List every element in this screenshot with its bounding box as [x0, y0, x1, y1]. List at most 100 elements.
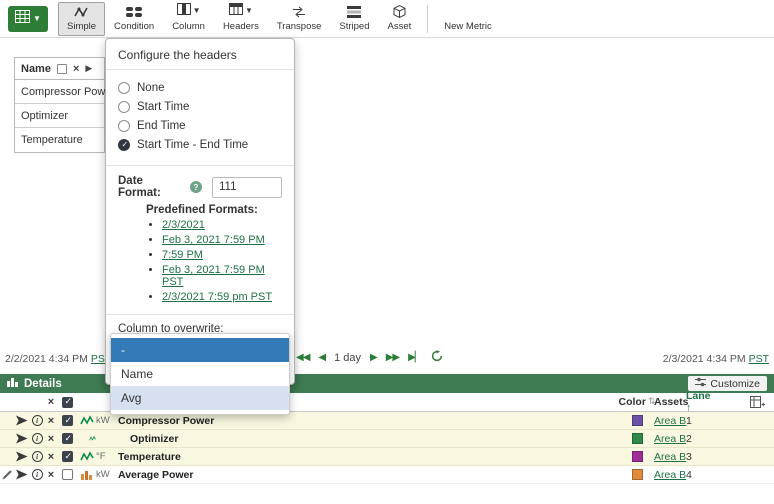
toolbar-button-transpose[interactable]: Transpose — [268, 2, 331, 36]
radio-option-none[interactable]: None — [118, 82, 282, 94]
simple-table: Name × ▶ Compressor Power Optimizer Temp… — [14, 57, 105, 153]
table-row[interactable]: i × Optimizer Area B 2 — [0, 430, 774, 448]
row-checkbox[interactable] — [58, 415, 77, 426]
radio-icon[interactable] — [118, 101, 130, 113]
format-link[interactable]: Feb 3, 2021 7:59 PM PST — [162, 264, 265, 288]
info-icon[interactable]: i — [30, 451, 44, 462]
item-name[interactable]: Optimizer — [118, 433, 620, 445]
lane-column-header[interactable]: Lane ↑ — [686, 390, 718, 414]
color-column-header[interactable]: Color⇅ — [620, 396, 654, 408]
details-title: Details — [24, 378, 62, 390]
color-swatch[interactable] — [620, 469, 654, 480]
list-item: 2/3/2021 7:59 pm PST — [162, 291, 282, 303]
edit-icon[interactable] — [0, 469, 14, 480]
navigate-icon[interactable] — [14, 433, 30, 444]
table-row[interactable]: i × kW Average Power Area B 4 — [0, 466, 774, 484]
column-checkbox[interactable] — [57, 64, 67, 74]
navigate-icon[interactable] — [14, 415, 30, 426]
remove-icon[interactable]: × — [44, 469, 58, 481]
remove-icon[interactable]: × — [44, 415, 58, 427]
toolbar-button-condition[interactable]: Condition — [105, 2, 163, 36]
timezone-link[interactable]: PST — [749, 353, 769, 365]
radio-label: Start Time - End Time — [137, 139, 248, 151]
table-row: Optimizer — [15, 104, 104, 128]
format-link[interactable]: 2/3/2021 7:59 pm PST — [162, 291, 272, 303]
remove-icon[interactable]: × — [44, 451, 58, 463]
radio-selected-icon[interactable] — [118, 139, 130, 151]
item-name[interactable]: Temperature — [118, 451, 620, 463]
radio-option-end-time[interactable]: End Time — [118, 120, 282, 132]
radio-icon[interactable] — [118, 82, 130, 94]
move-column-icon[interactable]: ▶ — [85, 63, 92, 74]
info-icon[interactable]: i — [30, 415, 44, 426]
table-view-button[interactable]: ▼ — [8, 6, 48, 32]
radio-option-start-end-time[interactable]: Start Time - End Time — [118, 139, 282, 151]
toolbar-button-simple[interactable]: Simple — [58, 2, 105, 36]
condition-icon — [126, 6, 142, 18]
option-dash[interactable]: - — [111, 338, 289, 362]
toolbar-button-headers[interactable]: ▼ Headers — [214, 2, 268, 36]
column-header-label: Name — [21, 63, 51, 75]
chevron-down-icon: ▼ — [245, 6, 253, 15]
option-name[interactable]: Name — [111, 362, 289, 386]
toolbar-button-asset[interactable]: Asset — [379, 2, 421, 36]
item-name[interactable]: Compressor Power — [118, 415, 620, 427]
row-checkbox[interactable] — [58, 469, 77, 480]
toolbar-button-striped[interactable]: Striped — [330, 2, 378, 36]
step-forward-full-icon[interactable]: ▶▶ — [386, 352, 399, 363]
color-swatch[interactable] — [620, 451, 654, 462]
remove-icon[interactable]: × — [44, 433, 58, 445]
date-format-input[interactable] — [212, 177, 282, 198]
asset-link[interactable]: Area B — [654, 433, 686, 445]
navigate-icon[interactable] — [14, 469, 30, 480]
list-item: Feb 3, 2021 7:59 PM — [162, 234, 282, 246]
toolbar-button-column[interactable]: ▼ Column — [163, 2, 214, 36]
navigate-icon[interactable] — [14, 451, 30, 462]
range-start-label: 2/2/2021 4:34 PM PST — [5, 353, 111, 365]
asset-link[interactable]: Area B — [654, 469, 686, 481]
select-all-checkbox[interactable] — [58, 397, 77, 408]
table-row[interactable]: i × °F Temperature Area B 3 — [0, 448, 774, 466]
assets-column-header[interactable]: Assets — [654, 396, 686, 408]
customize-button[interactable]: Customize — [688, 376, 767, 391]
option-avg[interactable]: Avg — [111, 386, 289, 410]
info-icon[interactable]: i — [30, 433, 44, 444]
help-icon[interactable]: ? — [190, 181, 202, 193]
asset-link[interactable]: Area B — [654, 451, 686, 463]
app-window: ▼ Simple Condition ▼ Column — [0, 0, 774, 504]
radio-option-start-time[interactable]: Start Time — [118, 101, 282, 113]
table-toolbar: ▼ Simple Condition ▼ Column — [0, 0, 774, 38]
cell-value: Optimizer — [21, 110, 68, 122]
customize-label: Customize — [710, 378, 760, 390]
format-link[interactable]: 7:59 PM — [162, 249, 203, 261]
color-swatch[interactable] — [620, 433, 654, 444]
step-forward-icon[interactable]: ▶ — [370, 352, 377, 363]
header-type-options: None Start Time End Time Start Time - En… — [106, 69, 294, 165]
table-icon — [15, 10, 30, 28]
striped-icon — [347, 6, 361, 18]
table-row: Compressor Power — [15, 80, 104, 104]
date-format-section: Date Format: ? Predefined Formats: 2/3/2… — [106, 165, 294, 314]
table-column-header[interactable]: Name × ▶ — [15, 58, 104, 80]
asset-link[interactable]: Area B — [654, 415, 686, 427]
duration-label[interactable]: 1 day — [334, 352, 361, 364]
format-link[interactable]: Feb 3, 2021 7:59 PM — [162, 234, 265, 246]
step-back-icon[interactable]: ◀ — [318, 352, 325, 363]
remove-column-icon[interactable]: × — [73, 63, 79, 75]
format-link[interactable]: 2/3/2021 — [162, 219, 205, 231]
step-back-full-icon[interactable]: ◀◀ — [296, 352, 309, 363]
item-name[interactable]: Average Power — [118, 469, 620, 481]
signal-icon — [77, 415, 96, 426]
toolbar-button-label: New Metric — [444, 21, 492, 32]
refresh-icon[interactable] — [431, 350, 443, 365]
color-swatch[interactable] — [620, 415, 654, 426]
step-to-end-icon[interactable]: ▶▏ — [408, 352, 421, 363]
toolbar-button-new-metric[interactable]: New Metric — [435, 2, 501, 36]
remove-all-icon[interactable]: × — [44, 396, 58, 408]
row-checkbox[interactable] — [58, 451, 77, 462]
radio-icon[interactable] — [118, 120, 130, 132]
row-checkbox[interactable] — [58, 433, 77, 444]
add-column-button[interactable] — [718, 396, 774, 408]
info-icon[interactable]: i — [30, 469, 44, 480]
unit-label: °F — [96, 451, 118, 462]
